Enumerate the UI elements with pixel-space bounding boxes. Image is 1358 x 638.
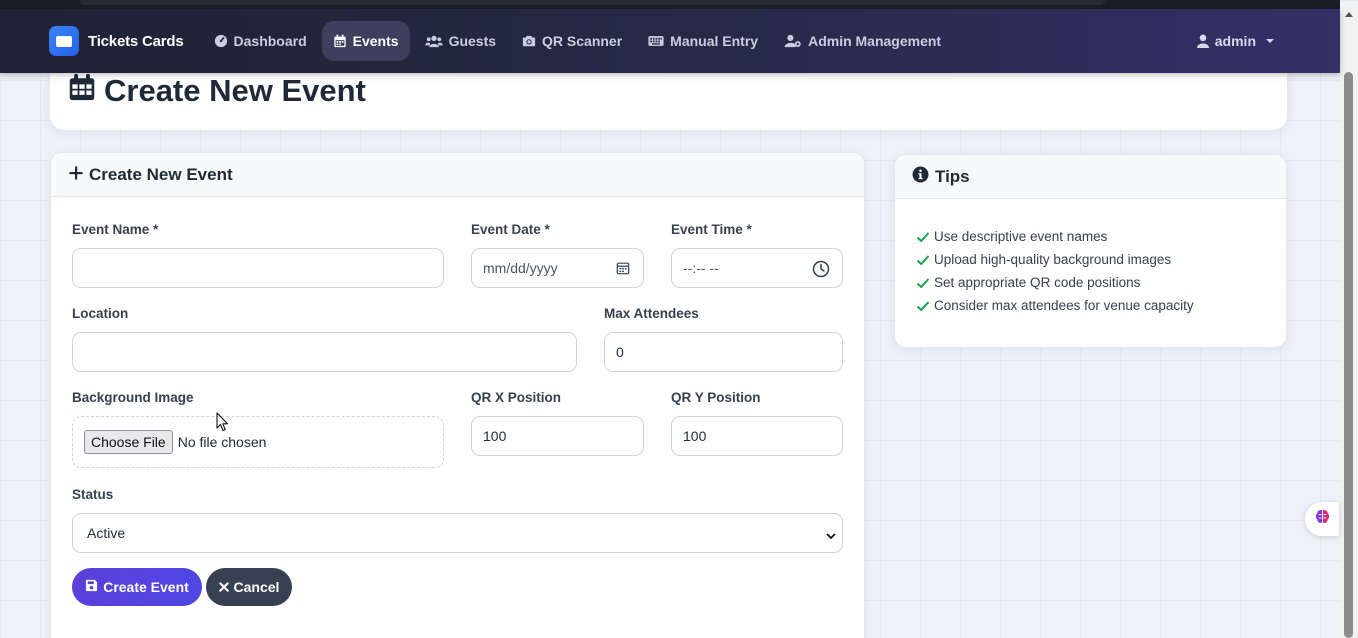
assistant-widget-button[interactable] — [1305, 502, 1339, 536]
event-time-label: Event Time * — [671, 222, 752, 237]
max-attendees-label: Max Attendees — [604, 306, 699, 321]
background-image-label: Background Image — [72, 390, 194, 405]
event-date-placeholder: mm/dd/yyyy — [483, 260, 558, 276]
card-header: Create New Event — [51, 153, 864, 197]
ticket-logo-icon — [49, 26, 79, 56]
tip-text: Set appropriate QR code positions — [934, 275, 1141, 290]
tips-list: Use descriptive event names Upload high-… — [916, 225, 1194, 317]
user-name: admin — [1214, 33, 1256, 49]
nav-label: Events — [352, 33, 399, 49]
top-navbar: Tickets Cards Dashboard Events Guests QR… — [0, 9, 1340, 73]
cancel-label: Cancel — [233, 579, 280, 595]
list-item: Set appropriate QR code positions — [916, 271, 1194, 294]
nav-item-dashboard[interactable]: Dashboard — [203, 21, 318, 61]
check-icon — [916, 230, 930, 244]
status-label: Status — [72, 487, 114, 502]
max-attendees-value: 0 — [616, 344, 624, 360]
check-icon — [916, 276, 930, 290]
caret-down-icon — [1266, 39, 1274, 43]
calendar-picker-icon[interactable] — [616, 261, 631, 276]
location-label: Location — [72, 306, 129, 321]
browser-top-strip — [0, 0, 1340, 9]
event-date-input[interactable]: mm/dd/yyyy — [471, 248, 644, 288]
nav-label: Guests — [448, 33, 497, 49]
qr-x-value: 100 — [483, 428, 507, 444]
qr-x-input[interactable]: 100 — [471, 416, 644, 456]
user-menu[interactable]: admin — [1196, 9, 1274, 73]
nav-label: Admin Management — [808, 33, 942, 49]
nav-item-qr-scanner[interactable]: QR Scanner — [511, 21, 633, 61]
nav-item-events[interactable]: Events — [321, 21, 410, 61]
page-title-text: Create New Event — [104, 73, 366, 108]
close-icon — [218, 579, 229, 595]
chevron-down-icon — [826, 528, 836, 540]
list-item: Use descriptive event names — [916, 225, 1194, 248]
location-input[interactable] — [72, 332, 577, 372]
qr-y-label: QR Y Position — [671, 390, 761, 405]
clock-icon[interactable] — [812, 260, 830, 278]
nav-item-admin-management[interactable]: Admin Management — [773, 21, 952, 61]
tip-text: Use descriptive event names — [934, 229, 1108, 244]
plus-icon — [69, 165, 83, 185]
qr-y-value: 100 — [683, 428, 707, 444]
scroll-up-arrow-icon[interactable] — [1345, 12, 1353, 17]
mouse-cursor-icon — [216, 412, 230, 432]
nav-item-manual-entry[interactable]: Manual Entry — [637, 21, 769, 61]
qr-x-label: QR X Position — [471, 390, 562, 405]
card-title: Create New Event — [89, 164, 233, 184]
tip-text: Upload high-quality background images — [934, 252, 1172, 267]
nav-label: Dashboard — [233, 33, 307, 49]
cancel-button[interactable]: Cancel — [206, 568, 292, 606]
calendar-icon — [333, 34, 347, 48]
address-bar-edge — [80, 0, 1105, 5]
user-icon — [1196, 34, 1209, 48]
camera-icon — [522, 34, 536, 48]
tips-title: Tips — [935, 166, 970, 186]
info-circle-icon — [912, 166, 929, 188]
save-icon — [85, 579, 98, 595]
brain-icon — [1314, 508, 1331, 530]
event-time-input[interactable]: --:-- -- — [671, 248, 843, 288]
create-event-label: Create Event — [103, 579, 189, 595]
scroll-thumb[interactable] — [1344, 72, 1353, 638]
nav-label: QR Scanner — [542, 33, 623, 49]
create-event-button[interactable]: Create Event — [72, 568, 202, 606]
choose-file-button[interactable]: Choose File — [84, 430, 173, 454]
tips-card: Tips Use descriptive event names Upload … — [894, 154, 1287, 348]
brand[interactable]: Tickets Cards — [49, 26, 184, 56]
event-name-label: Event Name * — [72, 222, 159, 237]
nav-label: Manual Entry — [670, 33, 759, 49]
calendar-icon — [68, 72, 96, 110]
file-status-text: No file chosen — [177, 434, 267, 450]
background-image-file-input[interactable]: Choose File No file chosen — [72, 416, 444, 468]
page-scrollbar[interactable] — [1340, 9, 1358, 638]
keyboard-icon — [648, 34, 664, 48]
tips-header: Tips — [895, 155, 1286, 199]
tip-text: Consider max attendees for venue capacit… — [934, 298, 1194, 313]
brand-name: Tickets Cards — [88, 32, 184, 50]
nav-item-guests[interactable]: Guests — [414, 21, 507, 61]
qr-y-input[interactable]: 100 — [671, 416, 843, 456]
max-attendees-input[interactable]: 0 — [604, 332, 843, 372]
status-selected-value: Active — [87, 525, 126, 541]
list-item: Upload high-quality background images — [916, 248, 1194, 271]
check-icon — [916, 299, 930, 313]
event-date-label: Event Date * — [471, 222, 550, 237]
check-icon — [916, 253, 930, 267]
list-item: Consider max attendees for venue capacit… — [916, 294, 1194, 317]
page-title: Create New Event — [68, 72, 366, 110]
gauge-icon — [214, 34, 228, 48]
event-name-input[interactable] — [72, 248, 444, 288]
user-gear-icon — [784, 34, 802, 48]
event-time-placeholder: --:-- -- — [683, 260, 719, 276]
status-select[interactable]: Active — [72, 513, 843, 553]
users-icon — [424, 34, 443, 48]
